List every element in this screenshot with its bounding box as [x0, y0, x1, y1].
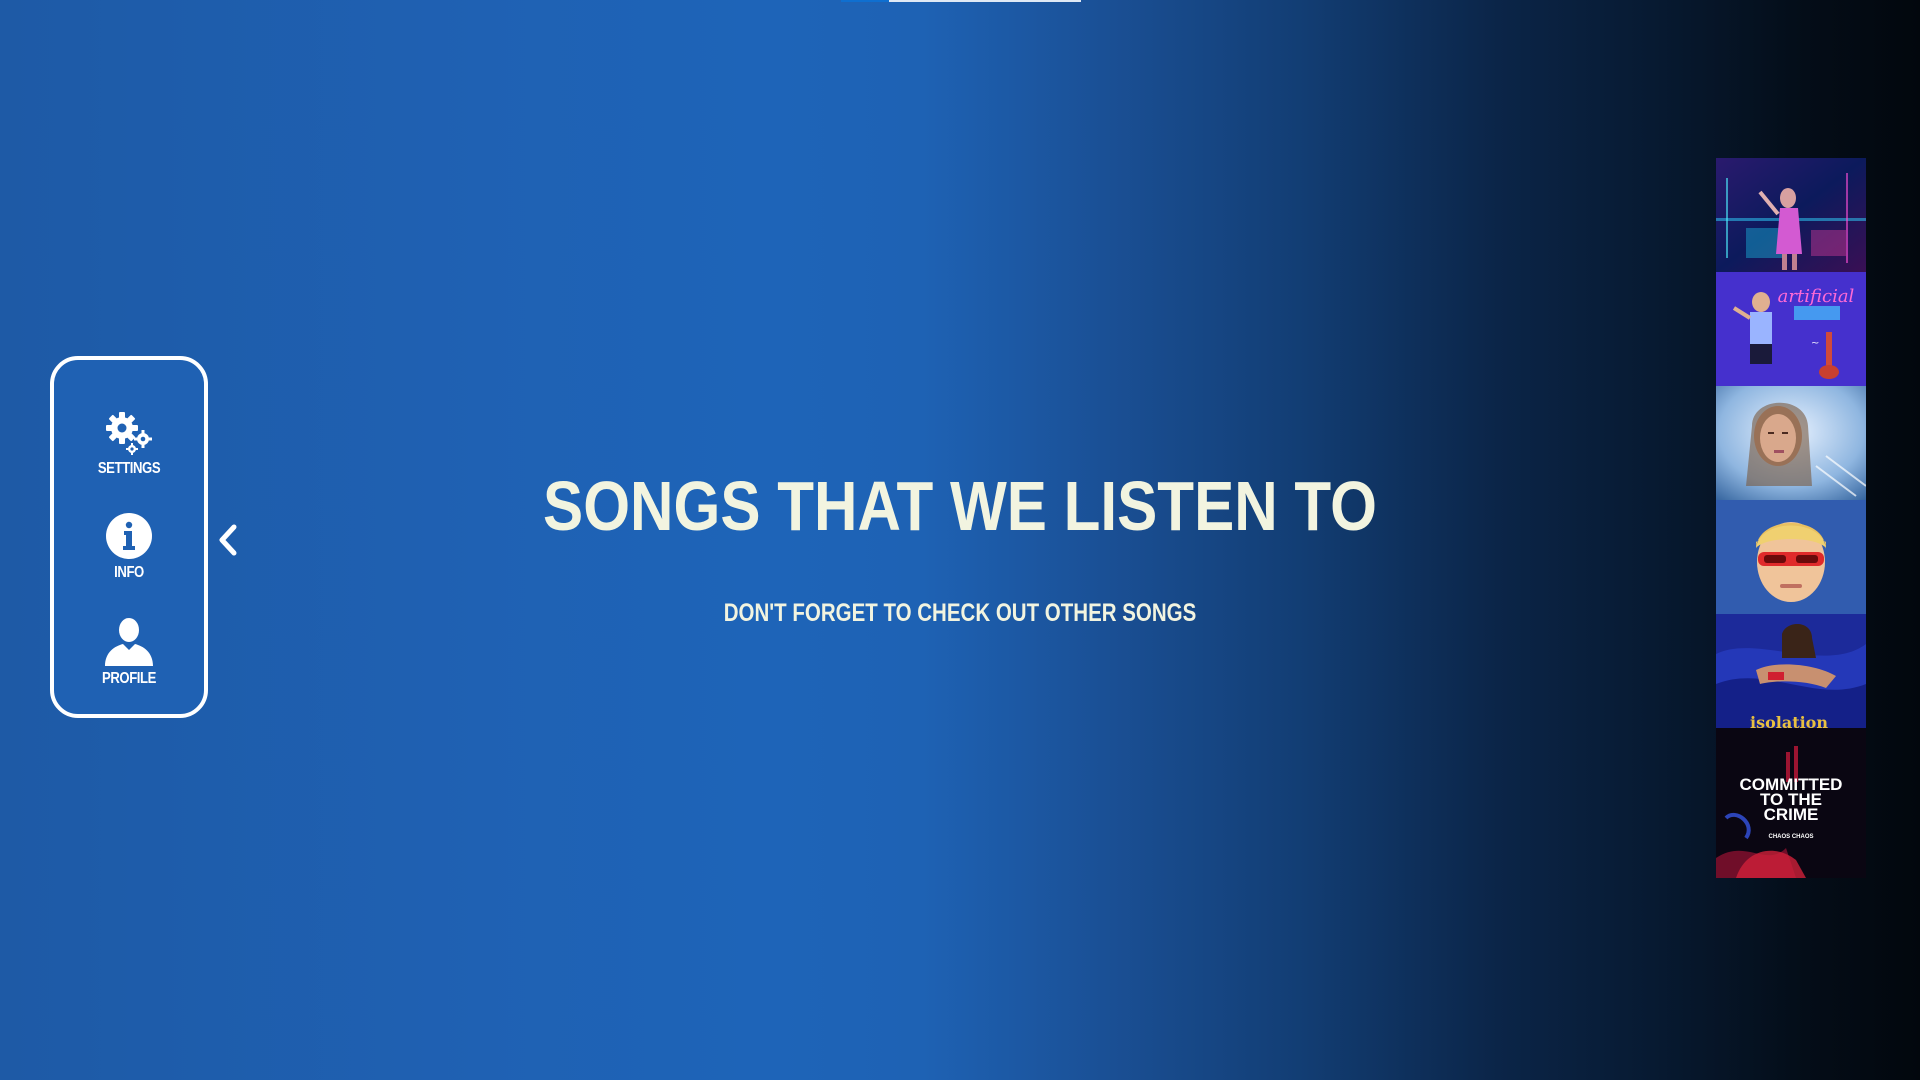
signature-scribble: ~ [1811, 338, 1819, 349]
cover-lettering-line-3: CRIME [1764, 805, 1819, 824]
album-cover-list: artificial ~ isolation COMMITTED TO THE … [1716, 158, 1866, 878]
album-cover-2[interactable]: artificial ~ [1716, 272, 1866, 386]
album-cover-1[interactable] [1716, 158, 1866, 272]
page-subtitle: DON'T FORGET TO CHECK OUT OTHER SONGS [723, 599, 1197, 627]
user-icon [105, 618, 153, 666]
album-art-image: isolation [1716, 614, 1866, 728]
album-art-image [1716, 500, 1866, 614]
sidebar-item-label: PROFILE [102, 670, 156, 687]
gears-icon [106, 412, 152, 455]
top-progress-fill [889, 0, 1081, 2]
album-cover-3[interactable] [1716, 386, 1866, 500]
cover-sub-lettering: CHAOS CHAOS [1768, 834, 1813, 840]
album-art-image: COMMITTED TO THE CRIME CHAOS CHAOS [1716, 728, 1866, 878]
cover-lettering: artificial [1778, 286, 1855, 307]
album-art-image [1716, 158, 1866, 272]
album-cover-4[interactable] [1716, 500, 1866, 614]
cover-lettering: isolation [1750, 713, 1828, 728]
top-progress-bar [841, 0, 1081, 2]
album-cover-5[interactable]: isolation [1716, 614, 1866, 728]
album-art-image: artificial ~ [1716, 272, 1866, 386]
sidebar-item-label: INFO [114, 564, 144, 581]
page-title: SONGS THAT WE LISTEN TO [543, 467, 1377, 545]
album-cover-6[interactable]: COMMITTED TO THE CRIME CHAOS CHAOS [1716, 728, 1866, 878]
album-art-image [1716, 386, 1866, 500]
